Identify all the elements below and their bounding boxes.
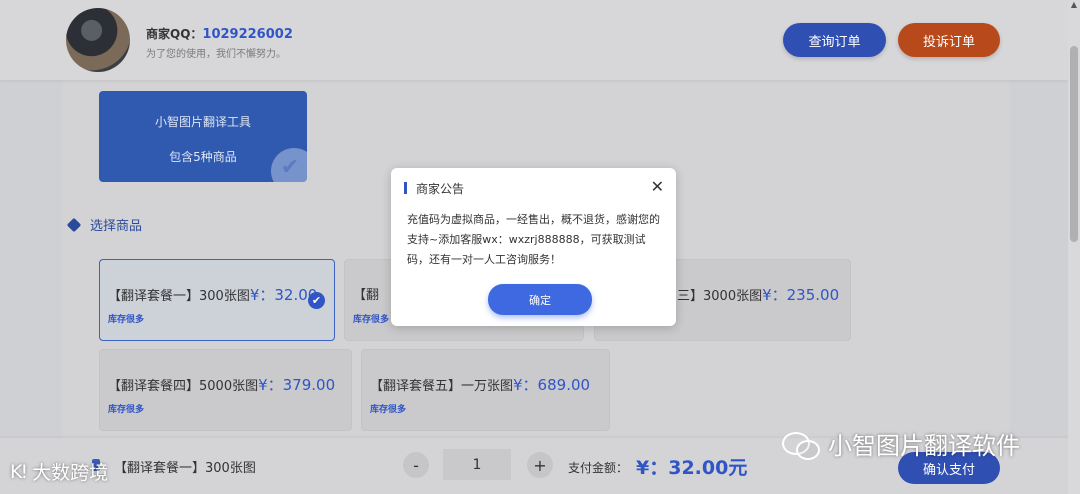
- package-title: 【翻译套餐四】5000张图: [108, 379, 259, 394]
- selected-package-name: 【翻译套餐一】300张图: [114, 461, 256, 476]
- header: 商家QQ：1029226002 为了您的使用，我们不懈努力。 查询订单 投诉订单: [0, 0, 1068, 80]
- package-title: 【翻译套餐五】一万张图: [370, 379, 514, 394]
- announcement-dialog: 商家公告 ✕ 充值码为虚拟商品，一经售出，概不退货，感谢您的支持~添加客服wx：…: [391, 168, 676, 326]
- package-card-5[interactable]: 【翻译套餐五】一万张图¥：689.00 库存很多: [361, 349, 610, 431]
- title-accent-bar: [404, 182, 407, 194]
- watermark-left: K! 大数跨境: [10, 458, 108, 485]
- package-title: 【翻译套餐一】300张图: [108, 289, 250, 304]
- qq-number[interactable]: 1029226002: [202, 27, 292, 42]
- quantity-input[interactable]: [443, 449, 511, 480]
- scroll-up-arrow-icon[interactable]: ▲: [1069, 0, 1079, 12]
- package-name: 【翻: [353, 284, 379, 303]
- merchant-qq: 商家QQ：1029226002: [146, 25, 293, 42]
- scrollbar-thumb[interactable]: [1070, 46, 1078, 242]
- wechat-icon: [782, 430, 820, 460]
- package-name: 【翻译套餐五】一万张图¥：689.00: [370, 374, 590, 395]
- package-name: 【翻译套餐四】5000张图¥：379.00: [108, 374, 335, 395]
- page-background: 商家QQ：1029226002 为了您的使用，我们不懈努力。 查询订单 投诉订单…: [0, 0, 1080, 494]
- package-stock: 库存很多: [353, 315, 390, 325]
- watermark-right: 小智图片翻译软件: [782, 426, 1020, 461]
- complain-order-button[interactable]: 投诉订单: [898, 23, 1000, 57]
- package-name: 三】3000张图¥：235.00: [677, 284, 839, 305]
- package-stock: 库存很多: [370, 405, 407, 415]
- dialog-body: 充值码为虚拟商品，一经售出，概不退货，感谢您的支持~添加客服wx：wxzrj88…: [407, 213, 660, 266]
- watermark-logo: K!: [10, 460, 28, 483]
- pay-amount-value: ¥：32.00元: [636, 457, 748, 479]
- dialog-title: 商家公告: [416, 182, 465, 196]
- package-stock: 库存很多: [108, 315, 145, 325]
- package-price: ¥：235.00: [762, 286, 840, 304]
- package-price: ¥：689.00: [513, 376, 591, 394]
- merchant-subtitle: 为了您的使用，我们不懈努力。: [146, 49, 286, 60]
- query-order-button[interactable]: 查询订单: [783, 23, 886, 57]
- ok-button[interactable]: 确定: [488, 284, 592, 315]
- qq-label: 商家QQ：: [146, 27, 203, 41]
- close-icon[interactable]: ✕: [651, 177, 664, 196]
- quantity-decrease-button[interactable]: -: [403, 452, 429, 478]
- package-title: 三】3000张图: [677, 289, 763, 304]
- package-card-4[interactable]: 【翻译套餐四】5000张图¥：379.00 库存很多: [99, 349, 352, 431]
- pay-amount-label: 支付金额：: [568, 461, 629, 475]
- package-card-1[interactable]: 【翻译套餐一】300张图¥：32.00 库存很多 ✔: [99, 259, 335, 341]
- product-name: 小智图片翻译工具: [154, 115, 251, 129]
- section-title-text: 选择商品: [90, 219, 143, 234]
- package-title: 【翻: [353, 288, 380, 303]
- section-title: 选择商品: [66, 215, 143, 234]
- package-stock: 库存很多: [108, 405, 145, 415]
- diamond-check-icon: [66, 217, 82, 232]
- package-price: ¥：379.00: [258, 376, 336, 394]
- watermark-right-text: 小智图片翻译软件: [828, 432, 1020, 460]
- package-name: 【翻译套餐一】300张图¥：32.00: [108, 284, 317, 305]
- watermark-left-text: 大数跨境: [32, 462, 109, 484]
- merchant-avatar: [66, 8, 130, 72]
- quantity-increase-button[interactable]: +: [527, 452, 553, 478]
- product-card[interactable]: 小智图片翻译工具 包含5种商品 ✔: [99, 91, 307, 182]
- selected-check-icon: ✔: [308, 292, 325, 309]
